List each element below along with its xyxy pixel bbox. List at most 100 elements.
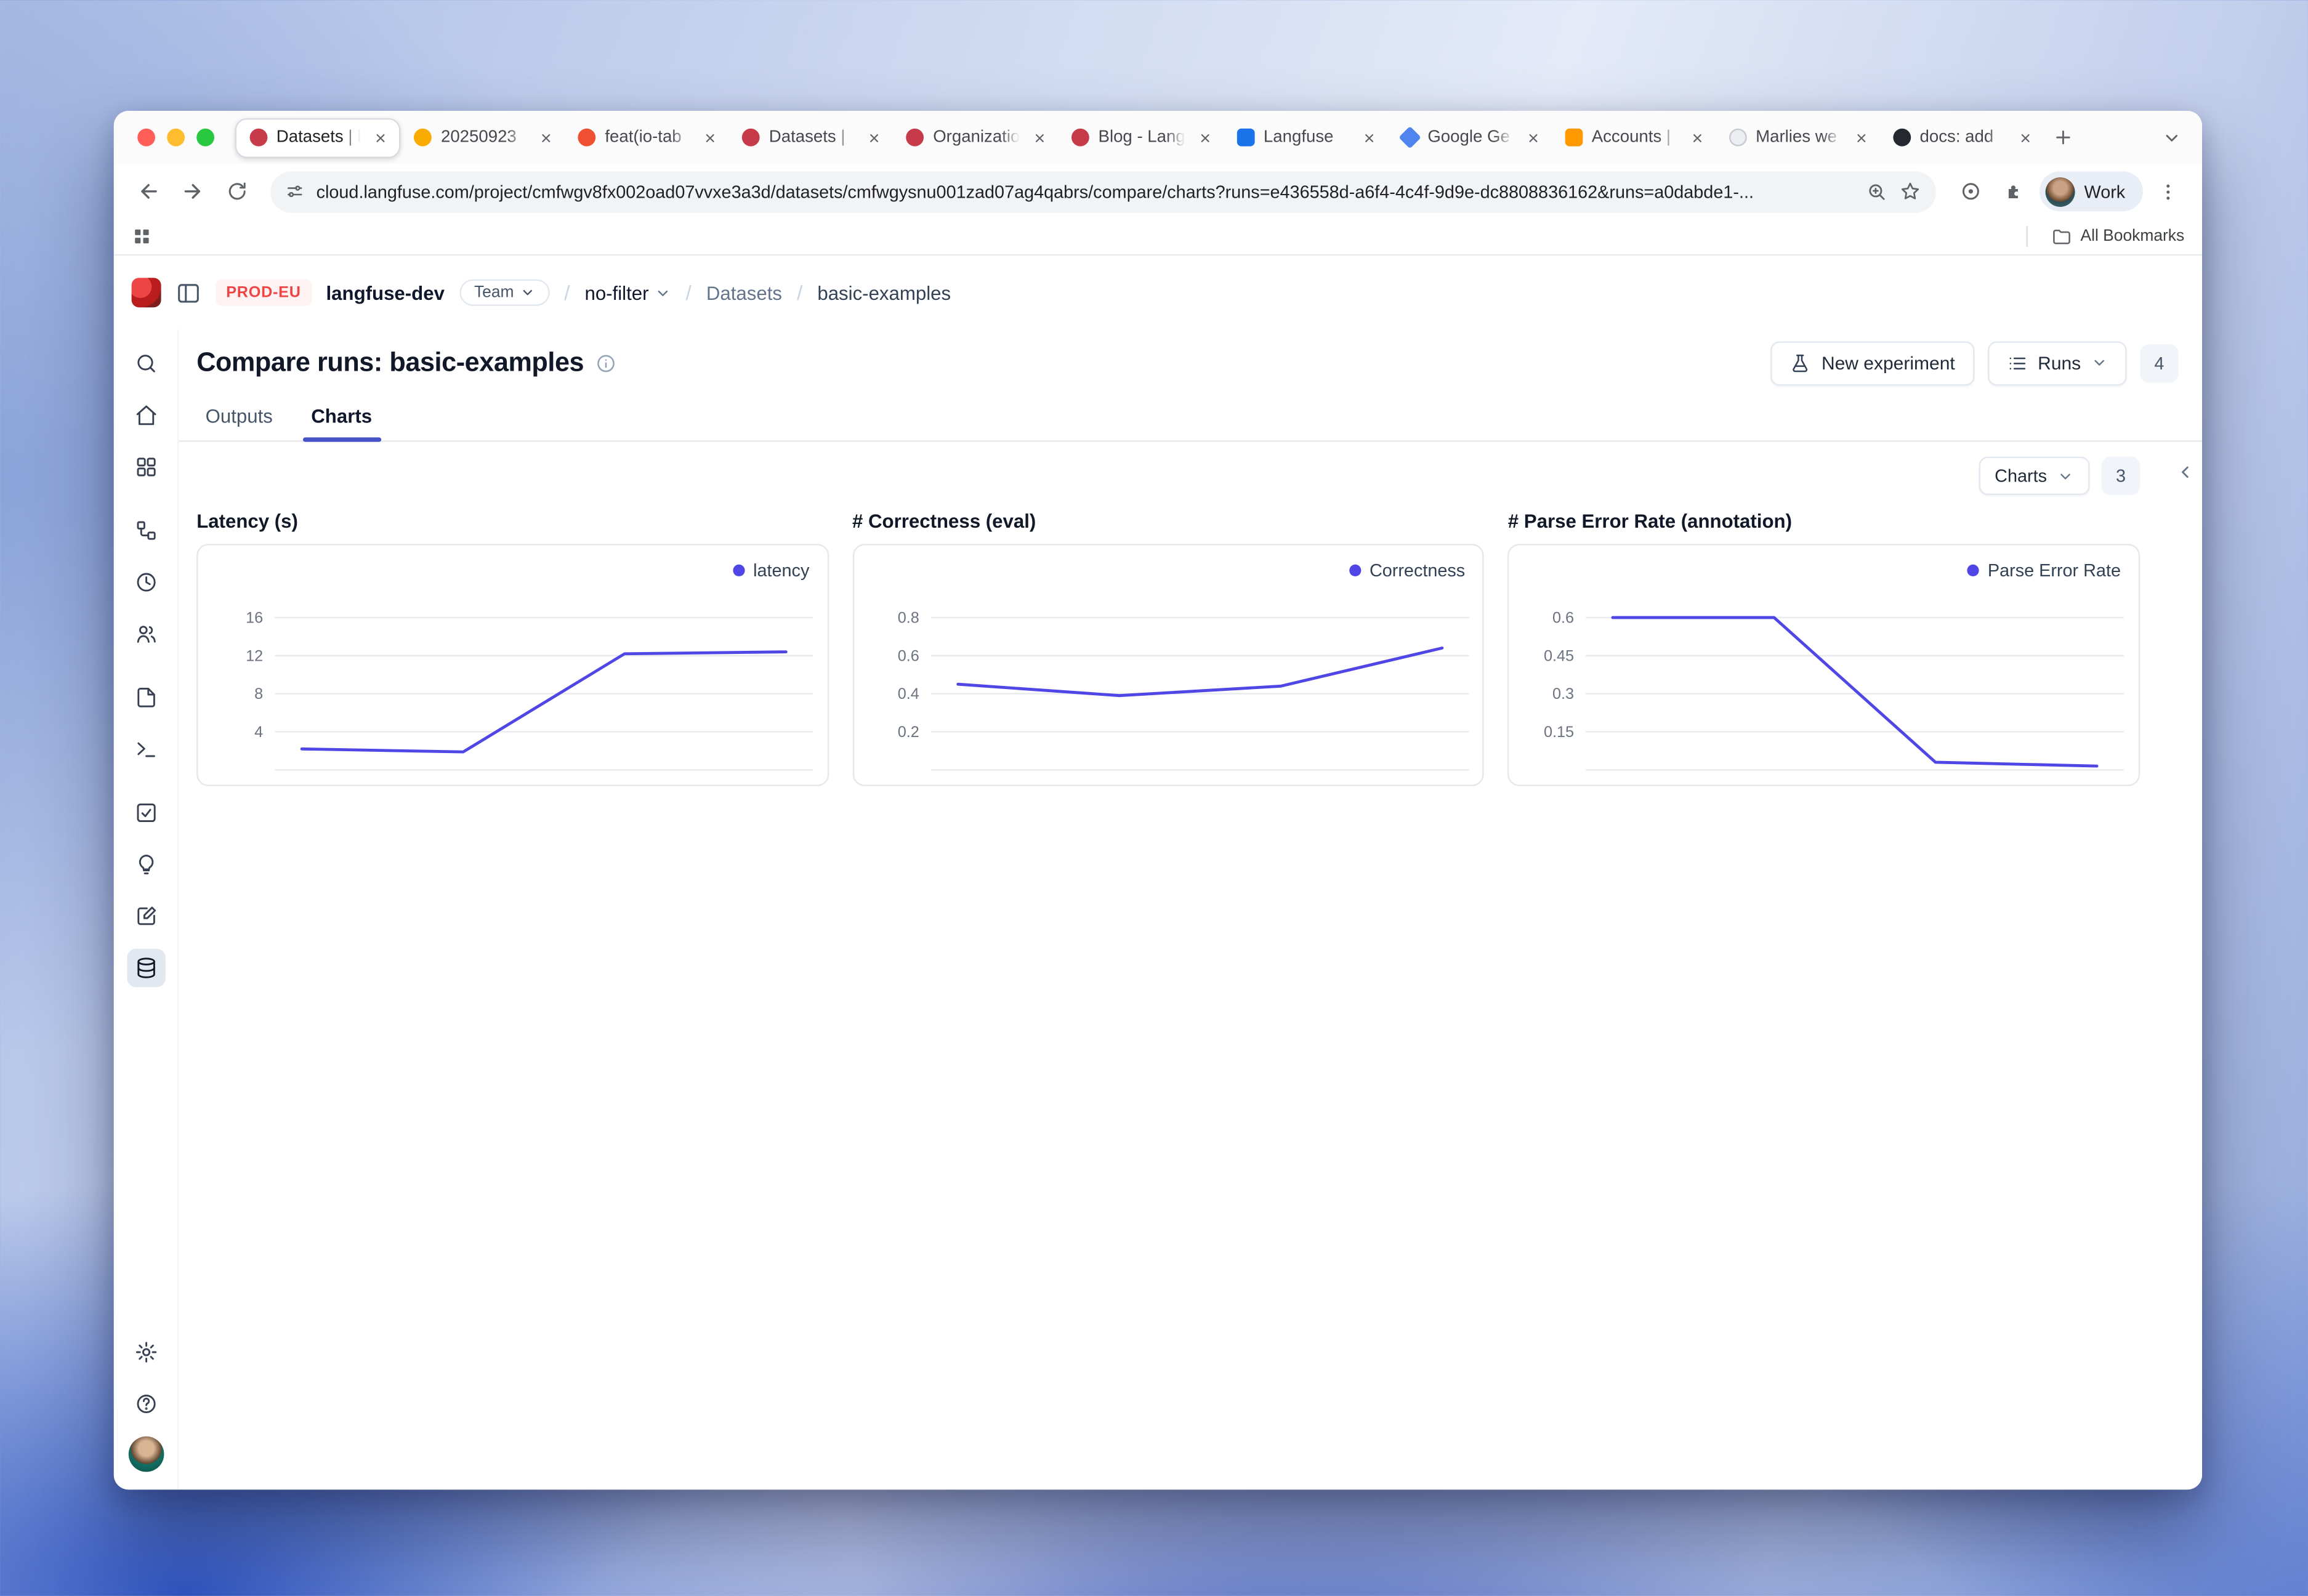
langfuse-logo[interactable] bbox=[132, 278, 161, 307]
tab-close-icon[interactable] bbox=[1194, 126, 1216, 148]
tab-search-icon[interactable] bbox=[2152, 118, 2190, 156]
reload-icon[interactable] bbox=[217, 172, 256, 211]
svg-text:0.6: 0.6 bbox=[897, 647, 919, 664]
prompts-icon[interactable] bbox=[126, 679, 164, 717]
user-avatar[interactable] bbox=[128, 1437, 164, 1472]
back-icon[interactable] bbox=[129, 172, 167, 211]
svg-text:0.3: 0.3 bbox=[1553, 685, 1575, 703]
org-type-pill[interactable]: Team bbox=[459, 280, 549, 306]
main-content: Compare runs: basic-examples New experim… bbox=[179, 329, 2202, 1489]
breadcrumb-datasets[interactable]: Datasets bbox=[706, 281, 782, 304]
runs-dropdown-button[interactable]: Runs bbox=[1988, 341, 2127, 385]
page-tabs: Outputs Charts bbox=[179, 393, 2202, 441]
forward-icon[interactable] bbox=[173, 172, 211, 211]
browser-tab[interactable]: Accounts | bbox=[1552, 118, 1716, 158]
app-sidebar bbox=[114, 329, 179, 1489]
legend-dot-icon bbox=[733, 565, 744, 576]
bookmark-star-icon[interactable] bbox=[1900, 180, 1922, 203]
tab-close-icon[interactable] bbox=[370, 126, 392, 148]
browser-menu-icon[interactable] bbox=[2149, 172, 2187, 211]
browser-tab[interactable]: 20250923 bbox=[401, 118, 565, 158]
browser-tab[interactable]: feat(io-tab bbox=[565, 118, 729, 158]
org-name[interactable]: langfuse-dev bbox=[326, 281, 445, 304]
chart-canvas: 0.150.30.450.6 bbox=[1509, 546, 2139, 785]
browser-tab[interactable]: Langfuse bbox=[1224, 118, 1387, 158]
breadcrumb-slash: / bbox=[686, 281, 692, 304]
chart-card: Correctness 0.20.40.60.8 bbox=[852, 544, 1484, 786]
browser-tab[interactable]: Datasets | bbox=[729, 118, 893, 158]
site-settings-icon[interactable] bbox=[285, 182, 304, 201]
close-window-icon[interactable] bbox=[137, 129, 155, 147]
project-name: no-filter bbox=[584, 281, 648, 304]
home-icon[interactable] bbox=[126, 396, 164, 434]
new-tab-icon[interactable] bbox=[2044, 118, 2082, 156]
tab-close-icon[interactable] bbox=[1850, 126, 1873, 148]
extension-icon[interactable] bbox=[1951, 172, 1990, 211]
breadcrumb-slash: / bbox=[564, 281, 570, 304]
url-bar[interactable]: cloud.langfuse.com/project/cmfwgv8fx002o… bbox=[270, 171, 1936, 212]
zoom-icon[interactable] bbox=[1867, 181, 1888, 202]
info-icon[interactable] bbox=[595, 352, 616, 373]
colab-favicon bbox=[414, 129, 432, 147]
apps-grid-icon[interactable] bbox=[132, 226, 153, 247]
breadcrumb-current[interactable]: basic-examples bbox=[817, 281, 951, 304]
langfuse-favicon bbox=[906, 129, 924, 147]
tab-close-icon[interactable] bbox=[2014, 126, 2036, 148]
sidebar-toggle-icon[interactable] bbox=[176, 280, 201, 305]
collapse-panel-icon[interactable] bbox=[2169, 454, 2199, 490]
support-icon[interactable] bbox=[126, 1385, 164, 1423]
folder-icon bbox=[2051, 226, 2072, 247]
browser-tab[interactable]: Datasets | l bbox=[235, 118, 401, 158]
browser-window: Datasets | l 20250923feat(io-tabDatasets … bbox=[114, 111, 2202, 1489]
browser-profile-chip[interactable]: Work bbox=[2040, 171, 2143, 211]
svg-text:0.2: 0.2 bbox=[897, 723, 919, 741]
url-text[interactable]: cloud.langfuse.com/project/cmfwgv8fx002o… bbox=[317, 181, 1855, 202]
tab-close-icon[interactable] bbox=[536, 126, 558, 148]
browser-tab[interactable]: Google Ge bbox=[1388, 118, 1552, 158]
new-experiment-button[interactable]: New experiment bbox=[1771, 341, 1974, 385]
all-bookmarks[interactable]: All Bookmarks bbox=[2011, 226, 2185, 247]
dashboards-icon[interactable] bbox=[126, 448, 164, 486]
svg-text:0.8: 0.8 bbox=[897, 609, 919, 626]
tab-close-icon[interactable] bbox=[1522, 126, 1544, 148]
project-selector[interactable]: no-filter bbox=[584, 281, 671, 304]
tab-close-icon[interactable] bbox=[863, 126, 886, 148]
tab-title: docs: add bbox=[1920, 129, 2006, 147]
tab-charts[interactable]: Charts bbox=[296, 393, 387, 440]
browser-tab[interactable]: Organizatio bbox=[893, 118, 1058, 158]
chevron-down-icon bbox=[655, 284, 671, 300]
maximize-window-icon[interactable] bbox=[196, 129, 214, 147]
search-icon[interactable] bbox=[126, 344, 164, 382]
new-experiment-label: New experiment bbox=[1822, 352, 1955, 373]
tab-close-icon[interactable] bbox=[1686, 126, 1708, 148]
tab-outputs[interactable]: Outputs bbox=[191, 393, 288, 440]
tracing-icon[interactable] bbox=[126, 511, 164, 549]
tab-close-icon[interactable] bbox=[1029, 126, 1051, 148]
tab-close-icon[interactable] bbox=[1358, 126, 1381, 148]
tab-title: Organizatio bbox=[933, 129, 1020, 147]
svg-text:0.6: 0.6 bbox=[1553, 609, 1575, 626]
users-icon[interactable] bbox=[126, 615, 164, 653]
annotation-icon[interactable] bbox=[126, 897, 164, 935]
sessions-icon[interactable] bbox=[126, 563, 164, 601]
browser-tab[interactable]: Blog - Lang bbox=[1059, 118, 1224, 158]
browser-toolbar: cloud.langfuse.com/project/cmfwgv8fx002o… bbox=[114, 164, 2202, 219]
tab-title: Google Ge bbox=[1427, 129, 1513, 147]
tab-close-icon[interactable] bbox=[700, 126, 722, 148]
evaluation-icon[interactable] bbox=[126, 794, 164, 832]
datasets-icon[interactable] bbox=[126, 949, 164, 987]
langfuse-favicon bbox=[1071, 129, 1089, 147]
chart-legend: latency bbox=[733, 560, 810, 581]
playground-icon[interactable] bbox=[126, 730, 164, 768]
insights-icon[interactable] bbox=[126, 845, 164, 884]
browser-tab[interactable]: docs: add bbox=[1880, 118, 2044, 158]
settings-icon[interactable] bbox=[126, 1333, 164, 1371]
charts-dropdown-button[interactable]: Charts bbox=[1979, 457, 2090, 495]
extensions-puzzle-icon[interactable] bbox=[1996, 172, 2034, 211]
browser-tab[interactable]: Marlies we bbox=[1716, 118, 1879, 158]
minimize-window-icon[interactable] bbox=[167, 129, 185, 147]
environment-badge: PROD-EU bbox=[216, 280, 311, 306]
tab-title: Datasets | l bbox=[276, 129, 361, 147]
accounts-favicon bbox=[1565, 129, 1583, 147]
profile-avatar bbox=[2046, 177, 2075, 206]
